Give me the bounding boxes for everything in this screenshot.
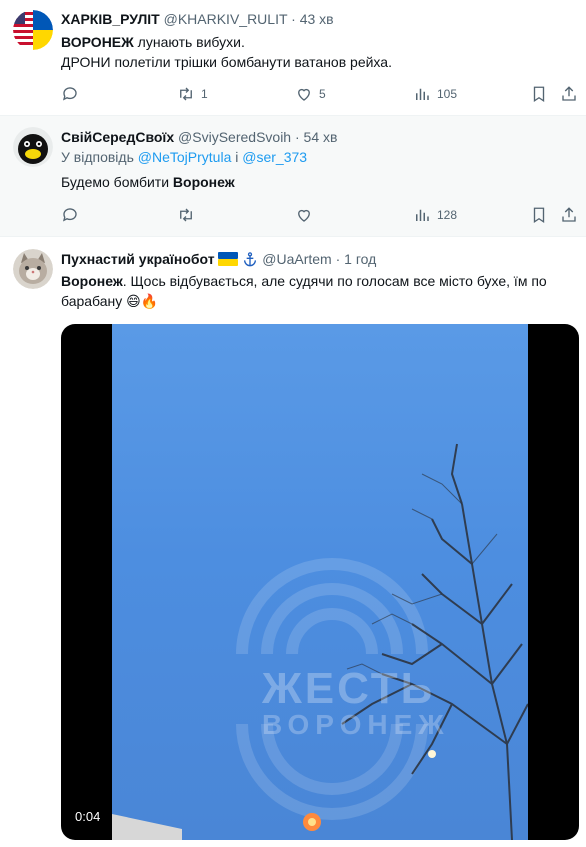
watermark-text: ВОРОНЕЖ [262,709,450,740]
tweet-text: Воронеж. Щось відбувається, але судячи п… [61,271,578,311]
retweet-icon [180,87,192,101]
share-button[interactable] [560,205,578,225]
reply-mention-1[interactable]: @NeTojPrytula [138,149,232,165]
tweet-text-line: ВОРОНЕЖ лунають вибухи. [61,32,578,52]
bold-city: Воронеж [61,273,123,289]
share-icon [562,207,576,222]
video-player[interactable]: ЖЕСТЬ ВОРОНЕЖ 0:04 [61,324,579,840]
reply-prefix: У відповідь [61,149,138,165]
views-count: 105 [437,87,458,101]
emoji: 😄🔥 [126,293,159,309]
like-icon [298,88,310,101]
views-button[interactable]: 105 [413,84,457,104]
avatar[interactable] [13,249,53,289]
tweet-text-line: барабану 😄🔥 [61,291,578,311]
like-button[interactable]: 5 [295,84,326,104]
retweet-icon [180,208,192,222]
reply-button[interactable] [61,84,79,104]
reply-mention-2[interactable]: @ser_373 [242,149,307,165]
views-count: 128 [437,208,458,222]
views-button[interactable]: 128 [413,205,457,225]
tweet-3[interactable]: Пухнастий українобот @UaArtem · 1 год Во… [0,237,586,847]
tweet-text-line: Воронеж. Щось відбувається, але судячи п… [61,271,578,291]
bookmark-button[interactable] [530,205,548,225]
author-name[interactable]: Пухнастий українобот [61,251,215,267]
ukraine-flag-icon [218,252,239,266]
reply-context: У відповідь @NeTojPrytula і @ser_373 [61,148,578,166]
video-scene [112,443,528,840]
retweet-button[interactable] [177,205,195,225]
share-button[interactable] [560,84,578,104]
building-roof [112,814,182,840]
tweet-text: Будемо бомбити Воронеж [61,172,578,192]
anchor-icon [244,252,257,267]
timestamp[interactable]: 54 хв [304,129,338,145]
bookmark-icon [533,207,545,224]
retweet-button[interactable]: 1 [177,84,208,104]
views-icon [416,88,429,100]
bold-city: ВОРОНЕЖ [61,34,134,50]
penguin-avatar-icon [13,127,53,167]
tweet-header: СвійСередСвоїх @SviySeredSvoih · 54 хв [61,128,578,146]
tweet-1[interactable]: ХАРКІВ_РУЛІТ @KHARKIV_RULIT · 43 хв ВОРО… [0,0,586,116]
action-bar: 128 [61,205,578,225]
text-plain: Будемо бомбити [61,174,173,190]
views-icon [416,209,429,221]
reply-button[interactable] [61,205,79,225]
like-count: 5 [319,87,326,101]
author-handle[interactable]: @KHARKIV_RULIT [164,11,288,27]
action-bar: 1 5 105 [61,84,578,104]
video-frame: ЖЕСТЬ ВОРОНЕЖ [112,324,528,840]
reply-icon [62,87,77,101]
avatar[interactable] [13,127,53,167]
bookmark-icon [533,86,545,103]
retweet-count: 1 [201,87,208,101]
timestamp[interactable]: 1 год [344,251,376,267]
share-icon [562,86,576,101]
tweet-2[interactable]: СвійСередСвоїх @SviySeredSvoih · 54 хв У… [0,116,586,237]
tweet-text-line: ДРОНИ полетіли трішки бомбанути ватанов … [61,54,392,70]
bookmark-button[interactable] [530,84,548,104]
author-handle[interactable]: @SviySeredSvoih [178,129,291,145]
author-name[interactable]: ХАРКІВ_РУЛІТ [61,11,160,27]
author-name[interactable]: СвійСередСвоїх [61,129,174,145]
cat-avatar-icon [13,249,53,289]
like-button[interactable] [295,205,313,225]
tweet-header: Пухнастий українобот @UaArtem · 1 год [61,250,578,268]
tweet-header: ХАРКІВ_РУЛІТ @KHARKIV_RULIT · 43 хв [61,10,578,28]
separator: · [335,251,341,267]
reply-and: і [231,149,243,165]
separator: · [291,11,296,27]
street-lamp [428,750,436,758]
author-handle[interactable]: @UaArtem [262,251,331,267]
video-duration: 0:04 [75,809,101,824]
tweet-text: ВОРОНЕЖ лунають вибухи. ДРОНИ полетіли т… [61,32,578,72]
like-icon [298,209,310,222]
watermark-text: ЖЕСТЬ [262,664,436,713]
text-line2: барабану [61,293,123,309]
text-rest: . Щось відбувається, але судячи по голос… [122,273,547,289]
separator: · [294,129,300,145]
text-rest: лунають вибухи. [133,34,245,50]
timestamp[interactable]: 43 хв [300,11,334,27]
reply-icon [62,208,77,222]
avatar[interactable] [13,10,53,50]
us-ua-flag-avatar-icon [13,10,53,50]
bold-city: Воронеж [172,174,235,190]
